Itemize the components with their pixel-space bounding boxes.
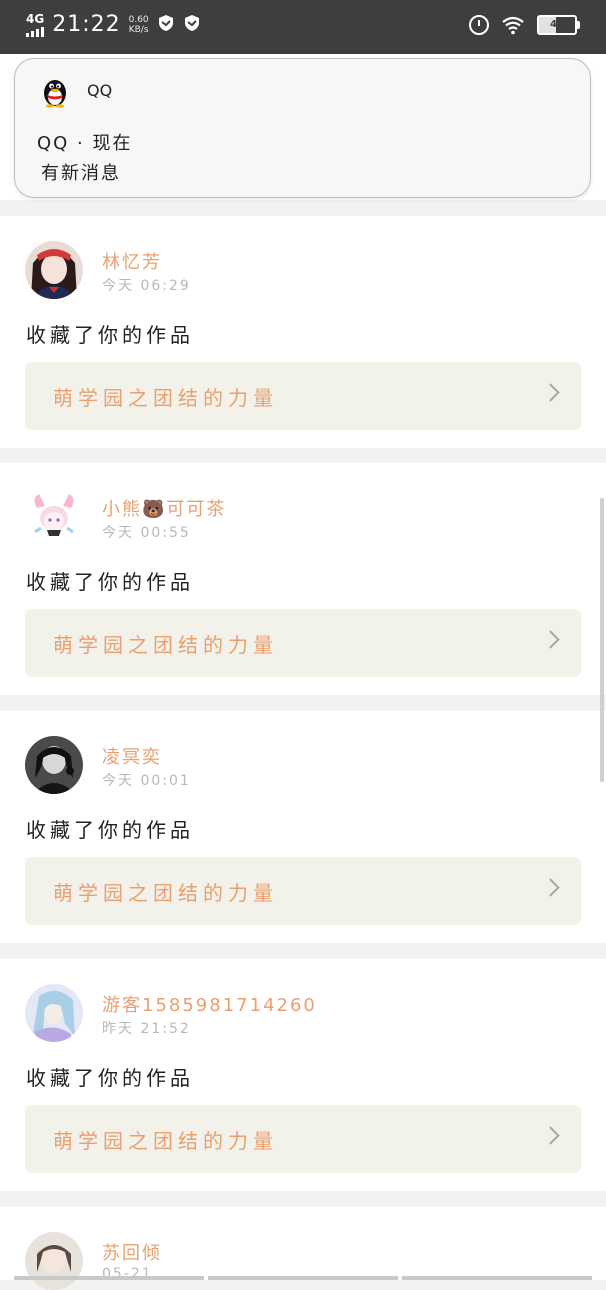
- avatar[interactable]: [25, 1232, 83, 1290]
- chevron-right-icon: [541, 878, 560, 897]
- notification-title: QQ · 现在: [37, 133, 133, 154]
- wifi-icon: [502, 16, 524, 35]
- timestamp: 昨天 21:52: [102, 1021, 191, 1037]
- favorite-card: 凌冥奕 今天 00:01 收藏了你的作品 萌学园之团结的力量: [0, 711, 606, 943]
- clock: 21:22: [52, 12, 121, 37]
- chevron-right-icon: [541, 383, 560, 402]
- username[interactable]: 小熊🐻可可茶: [102, 495, 226, 521]
- network-speed: 0.60 KB/s: [129, 15, 149, 35]
- shield-icon: [183, 14, 201, 36]
- battery-icon: 46: [537, 15, 580, 35]
- work-title: 萌学园之团结的力量: [53, 881, 278, 905]
- avatar[interactable]: [25, 488, 83, 546]
- action-text: 收藏了你的作品: [26, 323, 194, 347]
- work-link[interactable]: 萌学园之团结的力量: [25, 362, 581, 430]
- network-type: 4G: [26, 11, 45, 26]
- qq-notification[interactable]: QQ QQ · 现在 有新消息: [14, 58, 591, 198]
- username[interactable]: 林忆芳: [102, 248, 162, 274]
- battery-level: 46: [550, 19, 564, 30]
- favorite-card: 苏回倾 05-21: [0, 1207, 606, 1290]
- signal-icon: 4G: [26, 13, 44, 37]
- notification-app-name: QQ: [87, 81, 113, 100]
- username[interactable]: 游客1585981714260: [102, 991, 317, 1017]
- avatar[interactable]: [25, 241, 83, 299]
- work-link[interactable]: 萌学园之团结的力量: [25, 857, 581, 925]
- timestamp: 今天 06:29: [102, 278, 191, 294]
- work-link[interactable]: 萌学园之团结的力量: [25, 609, 581, 677]
- action-text: 收藏了你的作品: [26, 570, 194, 594]
- action-text: 收藏了你的作品: [26, 818, 194, 842]
- shield-icon: [157, 14, 175, 36]
- favorite-card: 游客1585981714260 昨天 21:52 收藏了你的作品 萌学园之团结的…: [0, 959, 606, 1191]
- speed-unit: KB/s: [128, 24, 149, 35]
- chevron-right-icon: [541, 1126, 560, 1145]
- nav-hint: [208, 1276, 398, 1280]
- avatar[interactable]: [25, 736, 83, 794]
- username[interactable]: 苏回倾: [102, 1239, 162, 1265]
- work-title: 萌学园之团结的力量: [53, 633, 278, 657]
- work-link[interactable]: 萌学园之团结的力量: [25, 1105, 581, 1173]
- status-bar: 4G 21:22 0.60 KB/s 46: [0, 0, 606, 54]
- avatar[interactable]: [25, 984, 83, 1042]
- timestamp: 今天 00:55: [102, 525, 191, 541]
- notification-text: 有新消息: [41, 163, 121, 184]
- scrollbar[interactable]: [600, 498, 604, 782]
- nav-hint: [14, 1276, 204, 1280]
- timestamp: 今天 00:01: [102, 773, 191, 789]
- work-title: 萌学园之团结的力量: [53, 386, 278, 410]
- qq-penguin-icon: [44, 80, 66, 108]
- speed-value: 0.60: [128, 14, 149, 25]
- alarm-icon: [469, 15, 489, 35]
- chevron-right-icon: [541, 630, 560, 649]
- username[interactable]: 凌冥奕: [102, 743, 162, 769]
- favorite-card: 林忆芳 今天 06:29 收藏了你的作品 萌学园之团结的力量: [0, 216, 606, 448]
- favorite-card: 小熊🐻可可茶 今天 00:55 收藏了你的作品 萌学园之团结的力量: [0, 463, 606, 695]
- action-text: 收藏了你的作品: [26, 1066, 194, 1090]
- work-title: 萌学园之团结的力量: [53, 1129, 278, 1153]
- nav-hint: [402, 1276, 592, 1280]
